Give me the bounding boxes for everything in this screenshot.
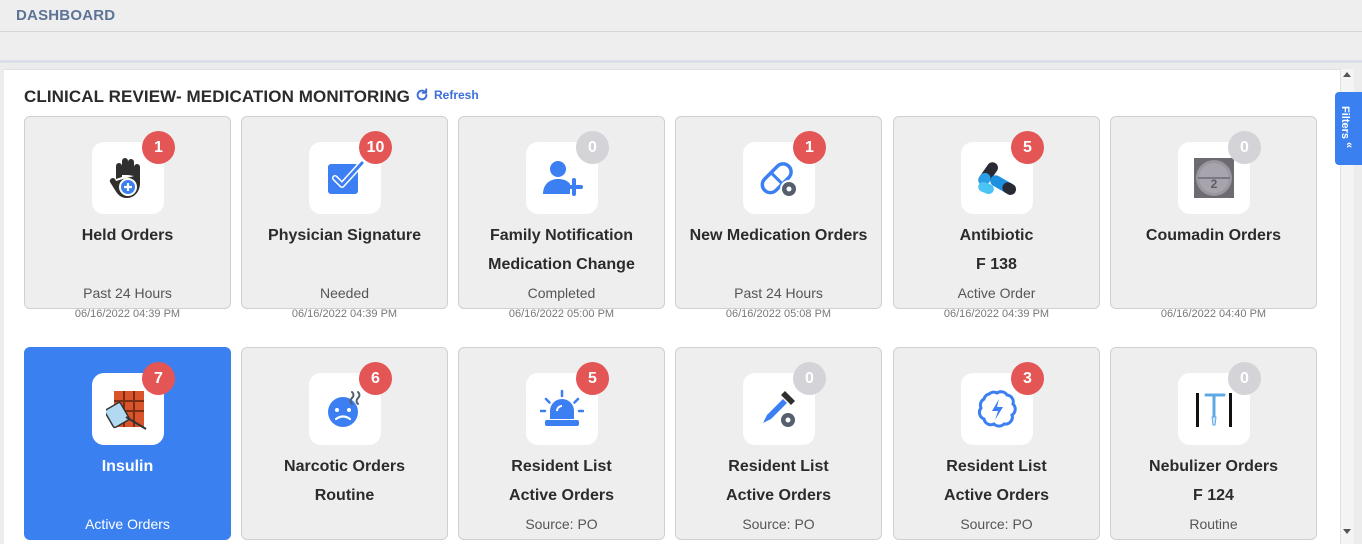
count-badge: 0 [1228,362,1261,395]
face-sweat-icon [328,391,361,427]
card-timestamp: 06/16/2022 04:39 PM [291,308,398,320]
insulin-icon [106,391,147,430]
card-title-line1: Resident List [728,458,829,475]
filters-label: Filters [1339,106,1351,140]
capsule-gear-icon [760,162,798,198]
brain-bolt-icon [977,390,1017,428]
card-title: Resident List Active Orders [459,452,664,510]
card-subtitle: Past 24 Hours [83,285,172,301]
card-coumadin-orders[interactable]: 2 0 Coumadin Orders 06/16/2022 04:40 PM [1110,116,1317,320]
card-subtitle: Source: PO [960,516,1033,532]
refresh-label: Refresh [434,88,479,102]
hand-plus-icon [109,158,140,198]
card-title: Nebulizer Orders F 124 [1111,452,1316,510]
card-new-medication-orders[interactable]: 1 New Medication Orders Past 24 Hours 06… [675,116,882,320]
card-subtitle: Past 24 Hours [734,285,823,301]
card-title-line2: F 138 [976,256,1017,273]
refresh-button[interactable]: Refresh [415,88,479,102]
card-subtitle: Needed [319,285,370,301]
card-title-line1: Narcotic Orders [284,458,405,475]
card-title-line1: Antibiotic [959,227,1034,244]
count-badge: 7 [142,362,175,395]
filters-tab[interactable]: Filters « [1335,92,1362,165]
count-badge: 6 [359,362,392,395]
card-antibiotic[interactable]: 5 Antibiotic F 138 Active Order 06/16/20… [893,116,1100,320]
card-title: Held Orders [25,221,230,250]
checkbox-icon [328,160,365,194]
card-timestamp: 06/16/2022 05:08 PM [725,308,832,320]
scroll-up-arrow-icon[interactable] [1343,72,1351,77]
card-title: Narcotic Orders Routine [242,452,447,510]
card-title-line1: Resident List [946,458,1047,475]
card-title: Resident List Active Orders [676,452,881,510]
count-badge: 0 [1228,131,1261,164]
count-badge: 0 [793,362,826,395]
card-title-line2: F 124 [1193,487,1234,504]
card-timestamp: 06/16/2022 04:40 PM [1160,308,1267,320]
card-narcotic-orders[interactable]: 6 Narcotic Orders Routine [241,347,448,540]
card-title-line2: Active Orders [944,487,1049,504]
card-physician-signature[interactable]: 10 Physician Signature Needed 06/16/2022… [241,116,448,320]
card-resident-list-1[interactable]: 5 Resident List Active Orders Source: PO [458,347,665,540]
card-insulin[interactable]: 7 Insulin Active Orders [24,347,231,540]
card-title: Antibiotic F 138 [894,221,1099,279]
card-title-line2: Active Orders [726,487,831,504]
count-badge: 3 [1011,362,1044,395]
card-title: Insulin [25,452,230,481]
card-title-line1: Insulin [101,458,154,475]
medication-monitoring-panel: CLINICAL REVIEW- MEDICATION MONITORING R… [4,69,1340,544]
card-title: Coumadin Orders [1111,221,1316,250]
card-title: Physician Signature [242,221,447,250]
card-title-line1: Coumadin Orders [1145,227,1282,244]
double-chevron-left-icon: « [1343,142,1355,149]
card-title: New Medication Orders [676,221,881,250]
card-subtitle: Routine [1189,516,1238,532]
scroll-down-arrow-icon[interactable] [1343,529,1351,534]
card-title-line1: New Medication Orders [689,227,868,244]
pills-icon [978,162,1016,195]
card-family-notification[interactable]: 0 Family Notification Medication Change … [458,116,665,320]
page-title: DASHBOARD [16,7,116,24]
card-subtitle: Active Order [957,285,1036,301]
card-timestamp: 06/16/2022 05:00 PM [508,308,615,320]
card-subtitle: Completed [527,285,596,301]
coumadin-pill-icon: 2 [1194,158,1234,198]
nebulizer-icon [1196,393,1232,427]
count-badge: 0 [576,131,609,164]
refresh-icon [416,88,428,101]
card-title: Family Notification Medication Change [459,221,664,279]
card-timestamp: 06/16/2022 04:39 PM [943,308,1050,320]
card-resident-list-2[interactable]: 0 Resident List Active Orders Source: PO [675,347,882,540]
card-subtitle: Active Orders [85,516,170,532]
panel-title: CLINICAL REVIEW- MEDICATION MONITORING [24,87,410,106]
count-badge: 5 [1011,131,1044,164]
card-resident-list-3[interactable]: 3 Resident List Active Orders Source: PO [893,347,1100,540]
dropper-gear-icon [763,391,797,429]
card-held-orders[interactable]: 1 Held Orders Past 24 Hours 06/16/2022 0… [24,116,231,320]
card-title-line1: Family Notification [489,227,634,244]
sub-bar [0,33,1362,63]
card-title-line1: Held Orders [81,227,174,244]
card-title-line2: Routine [314,487,375,504]
user-plus-icon [543,161,583,196]
card-title-line2: Active Orders [509,487,614,504]
card-title-line1: Nebulizer Orders [1149,458,1278,475]
card-nebulizer-orders[interactable]: 0 Nebulizer Orders F 124 Routine [1110,347,1317,540]
svg-text:2: 2 [1211,177,1218,191]
card-timestamp: 06/16/2022 04:39 PM [74,308,181,320]
count-badge: 1 [793,131,826,164]
card-title-line1: Resident List [511,458,612,475]
siren-icon [540,389,584,426]
count-badge: 5 [576,362,609,395]
card-title-line2: Medication Change [488,256,635,273]
card-subtitle: Source: PO [525,516,598,532]
card-title: Resident List Active Orders [894,452,1099,510]
count-badge: 10 [359,131,392,164]
top-bar: DASHBOARD [0,0,1362,32]
card-title-line1: Physician Signature [268,227,421,244]
card-subtitle: Source: PO [742,516,815,532]
count-badge: 1 [142,131,175,164]
